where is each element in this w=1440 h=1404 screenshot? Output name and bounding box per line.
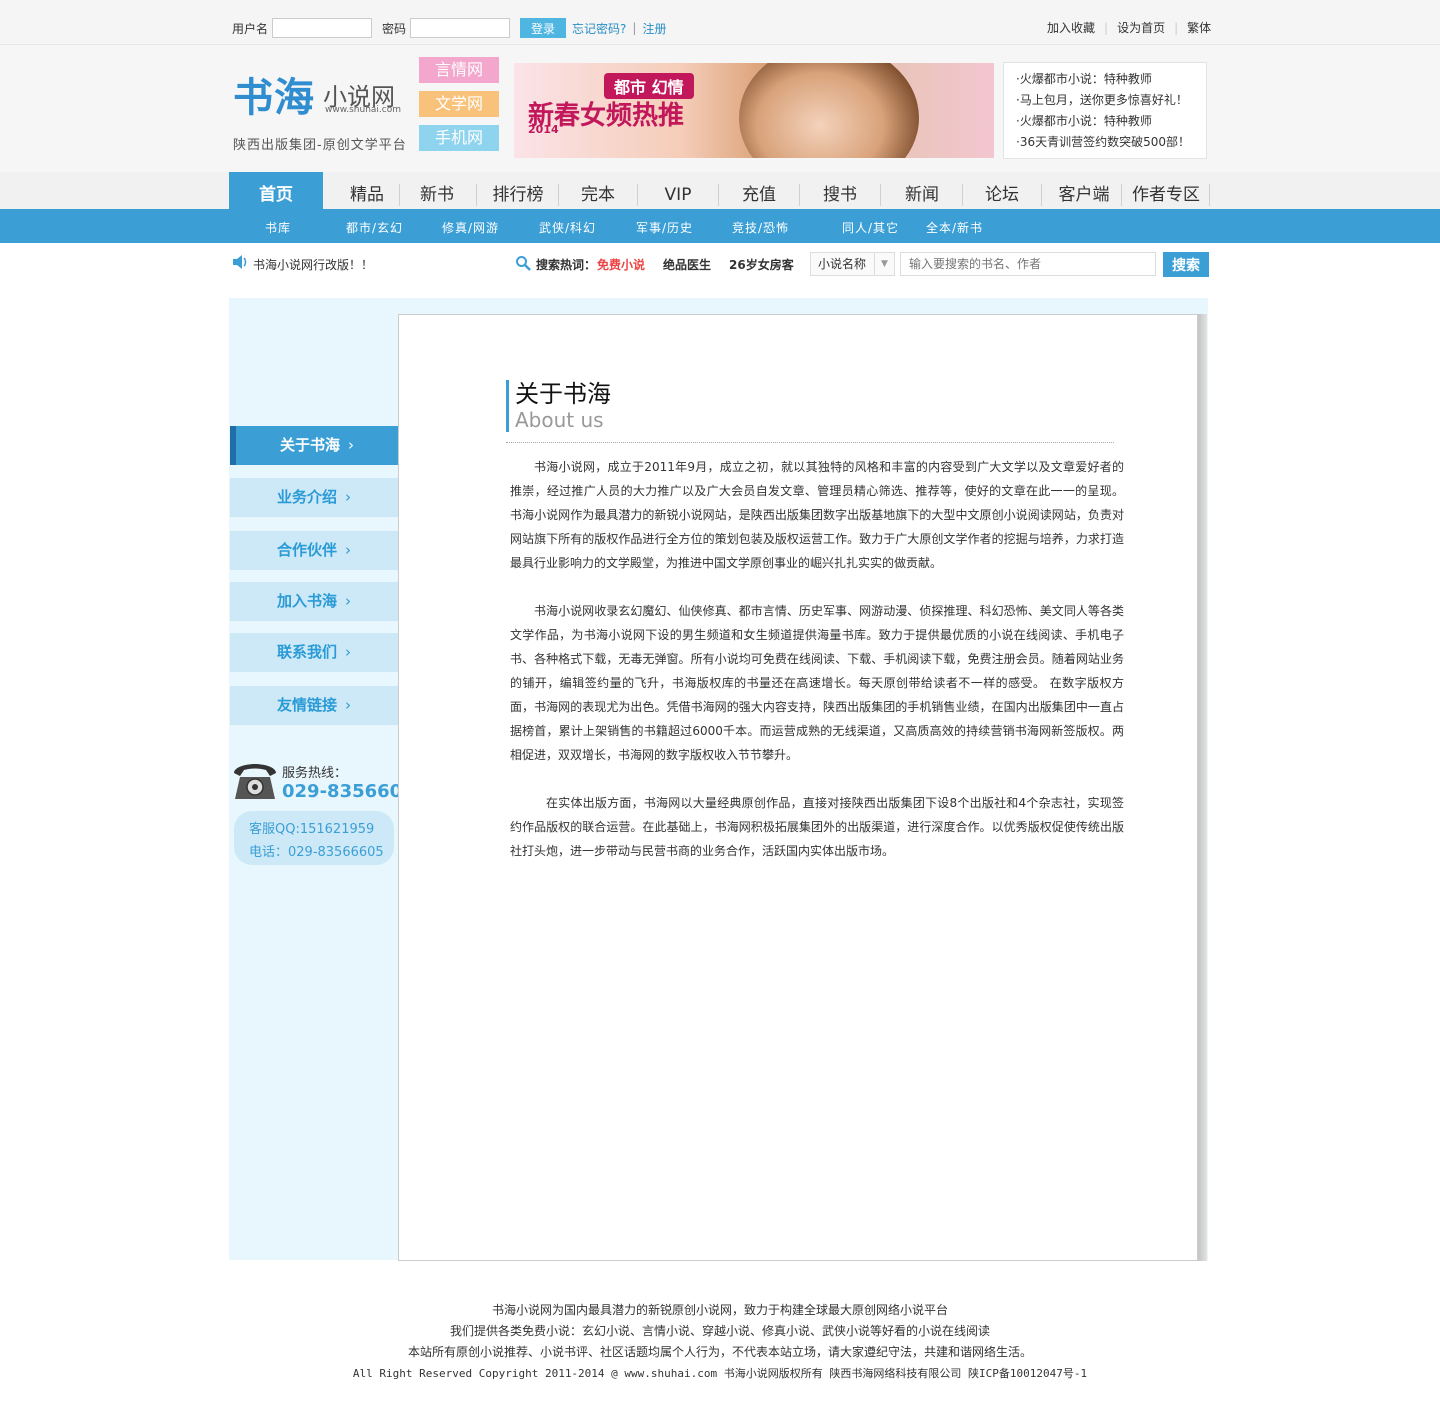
menu-business[interactable]: 业务介绍 › — [230, 478, 398, 517]
main-nav: 首页 精品 新书 排行榜 完本 VIP 充值 搜书 新闻 论坛 客户端 作者专区 — [0, 172, 1440, 212]
menu-about[interactable]: 关于书海 › — [230, 426, 398, 465]
article-paragraph: 书海小说网，成立于2011年9月，成立之初，就以其独特的风格和丰富的内容受到广大… — [510, 460, 1124, 570]
chevron-right-icon: › — [345, 643, 351, 661]
top-right-links: 加入收藏 | 设为首页 | 繁体 — [1047, 19, 1212, 36]
nav-ranking[interactable]: 排行榜 — [478, 172, 558, 212]
traditional-chinese-link[interactable]: 繁体 — [1187, 19, 1211, 36]
subnav-full-new[interactable]: 全本/新书 — [926, 212, 983, 244]
article-title-cn: 关于书海 — [515, 380, 611, 408]
menu-join[interactable]: 加入书海 › — [230, 582, 398, 621]
article-paragraph: 书海小说网收录玄幻魔幻、仙侠修真、都市言情、历史军事、网游动漫、侦探推理、科幻恐… — [510, 604, 1124, 762]
copyright: All Right Reserved Copyright 2011-2014 @… — [352, 1367, 1088, 1380]
hot-word[interactable]: 免费小说 — [597, 256, 645, 273]
nav-featured[interactable]: 精品 — [330, 172, 404, 212]
nav-news[interactable]: 新闻 — [882, 172, 962, 212]
telephone-icon — [234, 764, 276, 799]
sub-nav: 书库 都市/玄幻 修真/网游 武侠/科幻 军事/历史 竞技/恐怖 同人/其它 全… — [0, 212, 1440, 243]
contact-box: 客服QQ:151621959 电话：029-83566605 — [234, 811, 394, 865]
news-item[interactable]: ·36天青训营签约数突破500部！ — [1016, 132, 1206, 153]
subnav-xianxia-game[interactable]: 修真/网游 — [442, 212, 499, 244]
menu-partners[interactable]: 合作伙伴 › — [230, 531, 398, 570]
subnav-urban-fantasy[interactable]: 都市/玄幻 — [346, 212, 403, 244]
chevron-right-icon: › — [345, 696, 351, 714]
promo-banner[interactable]: 都市 幻情 新春女频热推 2014 — [514, 63, 994, 158]
separator: | — [632, 21, 637, 35]
footer-line: 书海小说网为国内最具潜力的新锐原创小说网，致力于构建全球最大原创网络小说平台 — [491, 1303, 948, 1317]
news-list: ·火爆都市小说：特种教师 ·马上包月，送你更多惊喜好礼！ ·火爆都市小说：特种教… — [1003, 62, 1207, 159]
add-favorite-link[interactable]: 加入收藏 — [1047, 19, 1095, 36]
password-input[interactable] — [410, 18, 511, 38]
service-tel: 电话：029-83566605 — [249, 845, 384, 860]
username-label: 用户名 — [232, 21, 269, 36]
password-label: 密码 — [382, 21, 407, 36]
site-slogan: 陕西出版集团-原创文学平台 — [233, 138, 407, 153]
news-item[interactable]: ·马上包月，送你更多惊喜好礼！ — [1016, 90, 1206, 111]
service-qq: 客服QQ:151621959 — [249, 822, 375, 837]
hot-words-label: 搜索热词： — [536, 258, 597, 272]
subnav-military-history[interactable]: 军事/历史 — [636, 212, 693, 244]
banner-portrait — [739, 63, 919, 158]
chevron-right-icon: › — [348, 436, 354, 454]
hotline-label: 服务热线： — [282, 766, 348, 781]
article-paragraph: 在实体出版方面，书海网以大量经典原创作品，直接对接陕西出版集团下设8个出版社和4… — [510, 796, 1124, 858]
article-heading: 关于书海 About us — [506, 380, 611, 432]
dotted-divider — [506, 442, 1114, 443]
set-homepage-link[interactable]: 设为首页 — [1117, 19, 1165, 36]
hotline-number: 029-8356605 — [282, 781, 415, 802]
site-logo[interactable]: 书海 小说网 www.shuhai.com — [233, 65, 413, 125]
search-type-value: 小说名称 — [818, 257, 867, 271]
news-item[interactable]: ·火爆都市小说：特种教师 — [1016, 111, 1206, 132]
menu-contact[interactable]: 联系我们 › — [230, 633, 398, 672]
menu-links[interactable]: 友情链接 › — [230, 686, 398, 725]
dropdown-arrow-icon: ▼ — [874, 253, 894, 275]
subnav-wuxia-scifi[interactable]: 武侠/科幻 — [539, 212, 596, 244]
username-input[interactable] — [272, 18, 373, 38]
top-bar: 用户名 密码 登录 忘记密码? | 注册 加入收藏 | 设为首页 | 繁体 — [0, 0, 1440, 45]
literature-site-button[interactable]: 文学网 — [419, 91, 499, 117]
chevron-right-icon: › — [345, 541, 351, 559]
nav-author-zone[interactable]: 作者专区 — [1123, 172, 1209, 212]
romance-site-button[interactable]: 言情网 — [419, 57, 499, 83]
chevron-right-icon: › — [345, 592, 351, 610]
nav-home[interactable]: 首页 — [229, 172, 323, 212]
nav-search-books[interactable]: 搜书 — [801, 172, 879, 212]
speaker-icon — [233, 255, 247, 269]
footer-line: 本站所有原创小说推荐、小说书评、社区话题均属个人行为，不代表本站立场，请大家遵纪… — [407, 1345, 1032, 1359]
footer-line: 我们提供各类免费小说：玄幻小说、言情小说、穿越小说、修真小说、武侠小说等好看的小… — [449, 1324, 990, 1338]
nav-client[interactable]: 客户端 — [1043, 172, 1125, 212]
banner-year: 2014 — [528, 123, 559, 136]
nav-forum[interactable]: 论坛 — [964, 172, 1040, 212]
search-icon — [516, 256, 531, 271]
logo-main-text: 书海 — [233, 75, 315, 121]
footer: 书海小说网为国内最具潜力的新锐原创小说网，致力于构建全球最大原创网络小说平台 我… — [0, 1300, 1440, 1384]
logo-url: www.shuhai.com — [325, 105, 402, 115]
nav-new-books[interactable]: 新书 — [400, 172, 474, 212]
search-button[interactable]: 搜索 — [1163, 252, 1209, 277]
nav-completed[interactable]: 完本 — [560, 172, 636, 212]
search-input[interactable] — [900, 252, 1156, 276]
mobile-site-button[interactable]: 手机网 — [419, 125, 499, 151]
search-row: 书海小说网行改版！！ 搜索热词： 免费小说 绝品医生 26岁女房客 小说名称 ▼… — [0, 250, 1440, 280]
chevron-right-icon: › — [345, 488, 351, 506]
subnav-fanfic-other[interactable]: 同人/其它 — [842, 212, 899, 244]
register-link[interactable]: 注册 — [642, 20, 666, 37]
nav-vip[interactable]: VIP — [639, 172, 717, 212]
hot-word[interactable]: 26岁女房客 — [729, 256, 794, 273]
header: 书海 小说网 www.shuhai.com 陕西出版集团-原创文学平台 言情网 … — [0, 45, 1440, 172]
site-notice[interactable]: 书海小说网行改版！！ — [253, 256, 373, 273]
login-form: 用户名 密码 登录 忘记密码? | 注册 — [232, 16, 666, 40]
hot-word[interactable]: 绝品医生 — [663, 256, 711, 273]
article-title-en: About us — [515, 408, 604, 432]
search-type-select[interactable]: 小说名称 ▼ — [810, 252, 895, 276]
subnav-sports-horror[interactable]: 竞技/恐怖 — [732, 212, 789, 244]
panel-shadow — [1198, 314, 1207, 1261]
news-item[interactable]: ·火爆都市小说：特种教师 — [1016, 69, 1206, 90]
login-button[interactable]: 登录 — [520, 18, 567, 38]
subnav-library[interactable]: 书库 — [265, 212, 291, 244]
forgot-password-link[interactable]: 忘记密码? — [572, 20, 626, 37]
nav-recharge[interactable]: 充值 — [720, 172, 798, 212]
